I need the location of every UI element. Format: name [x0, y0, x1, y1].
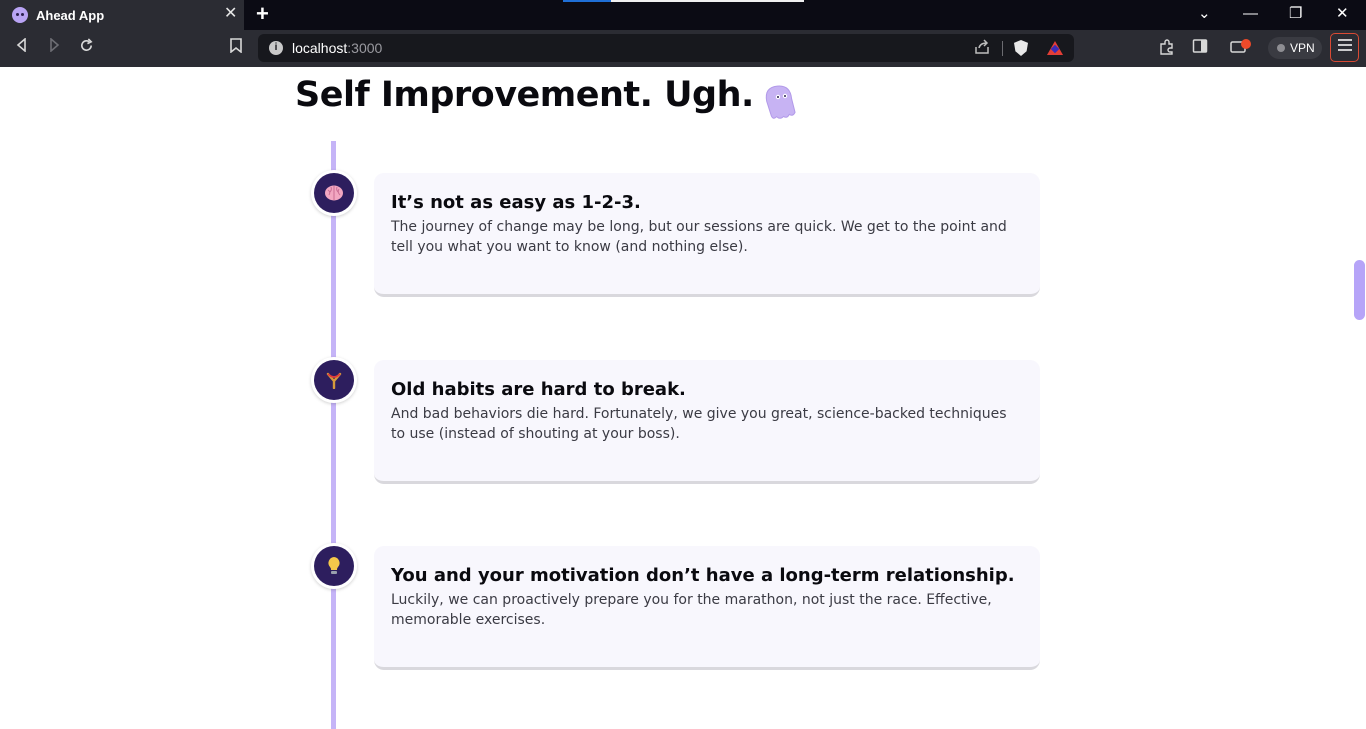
hamburger-menu-icon — [1337, 39, 1352, 51]
slingshot-glyph — [326, 372, 342, 389]
timeline-node-slingshot — [311, 357, 357, 403]
forward-arrow-icon — [50, 37, 60, 53]
reload-button[interactable] — [76, 38, 96, 58]
puzzle-icon — [1160, 39, 1173, 55]
page-scrollbar-thumb[interactable] — [1354, 260, 1365, 320]
browser-toolbar: i localhost:3000 VPN — [0, 30, 1366, 67]
url-text[interactable]: localhost:3000 — [292, 40, 382, 56]
feature-title: Old habits are hard to break. — [391, 379, 686, 400]
address-bar[interactable]: i localhost:3000 — [258, 34, 1074, 62]
browser-tab-ahead-app[interactable]: Ahead App ✕ — [0, 0, 244, 30]
vpn-button[interactable]: VPN — [1268, 37, 1322, 59]
lightbulb-glyph — [328, 557, 340, 574]
feature-description: Luckily, we can proactively prepare you … — [391, 592, 992, 628]
tab-bar: Ahead App ✕ + ⌄ — ❐ ✕ — [0, 0, 1366, 30]
timeline-node-brain — [311, 170, 357, 216]
tab-close-icon[interactable]: ✕ — [224, 5, 237, 23]
feature-card: You and your motivation don’t have a lon… — [374, 546, 1040, 670]
brave-rewards-icon[interactable] — [1047, 41, 1063, 55]
back-arrow-icon — [16, 37, 26, 53]
feature-title: You and your motivation don’t have a lon… — [391, 565, 1015, 586]
feature-card: It’s not as easy as 1-2-3. The journey o… — [374, 173, 1040, 297]
tab-title: Ahead App — [36, 8, 105, 23]
loading-progress — [563, 0, 611, 2]
share-icon[interactable] — [974, 39, 990, 58]
feature-description: And bad behaviors die hard. Fortunately,… — [391, 406, 1007, 442]
extensions-icon[interactable] — [1158, 38, 1176, 62]
vpn-status-icon — [1277, 44, 1285, 52]
url-divider — [1002, 41, 1003, 56]
page-title: Self Improvement. Ugh. — [295, 75, 754, 115]
reload-icon — [80, 38, 93, 51]
restore-button[interactable]: ❐ — [1289, 4, 1302, 24]
sidebar-toggle-icon[interactable] — [1192, 38, 1208, 60]
page-content: Self Improvement. Ugh. It’s not as easy … — [0, 67, 1366, 729]
main-menu-button[interactable] — [1330, 33, 1359, 62]
feature-card: Old habits are hard to break. And bad be… — [374, 360, 1040, 484]
lightbulb-icon — [314, 546, 354, 586]
brain-glyph — [325, 185, 343, 201]
forward-button[interactable] — [44, 37, 64, 58]
bookmark-icon — [230, 38, 242, 54]
slingshot-icon — [314, 360, 354, 400]
back-button[interactable] — [12, 37, 32, 58]
new-tab-button[interactable]: + — [256, 3, 269, 25]
timeline-node-lightbulb — [311, 543, 357, 589]
share-arrow-icon — [975, 39, 989, 54]
url-port: :3000 — [347, 40, 383, 56]
bookmark-button[interactable] — [226, 38, 246, 58]
url-host: localhost — [292, 40, 348, 56]
close-window-button[interactable]: ✕ — [1336, 4, 1349, 24]
sidebar-panel-icon — [1192, 39, 1208, 53]
ghost-favicon-icon — [12, 7, 28, 23]
brave-shields-icon[interactable] — [1014, 40, 1028, 56]
vpn-label: VPN — [1290, 41, 1315, 55]
feature-description: The journey of change may be long, but o… — [391, 219, 1007, 255]
ghost-emoji-icon — [765, 85, 796, 119]
site-info-icon[interactable]: i — [269, 41, 283, 55]
timeline-line — [331, 141, 336, 729]
tab-search-chevron-icon[interactable]: ⌄ — [1198, 4, 1211, 24]
feature-title: It’s not as easy as 1-2-3. — [391, 192, 641, 213]
brain-icon — [314, 173, 354, 213]
wallet-notification-badge — [1241, 39, 1251, 49]
minimize-button[interactable]: — — [1243, 4, 1258, 24]
